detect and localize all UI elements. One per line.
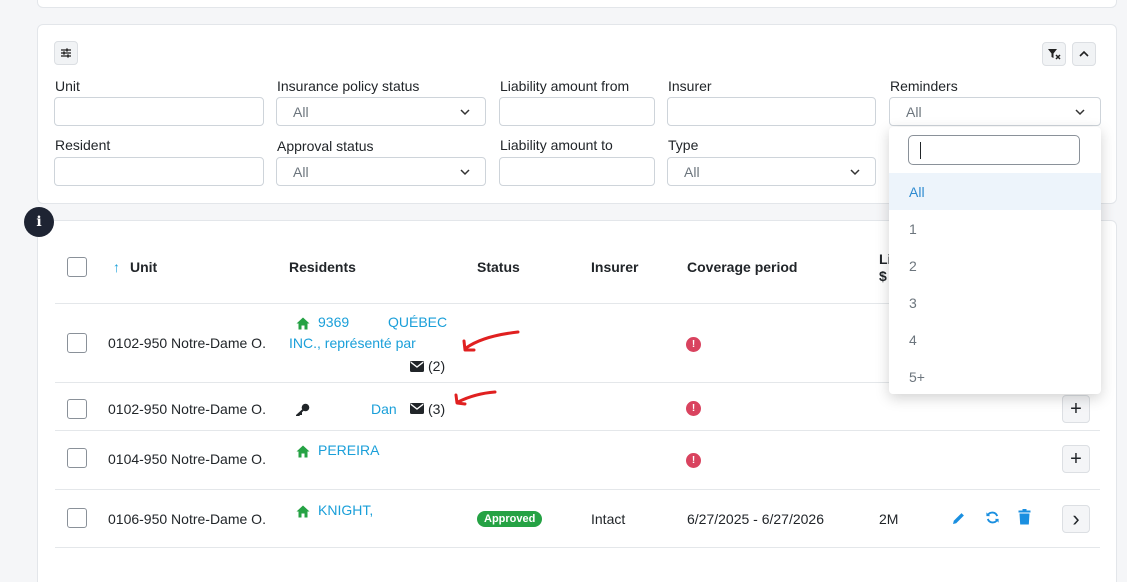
column-header-liability-unit: $	[879, 268, 887, 284]
dropdown-search-input[interactable]	[908, 135, 1080, 165]
home-icon	[296, 505, 310, 518]
top-card	[37, 0, 1117, 8]
warning-icon: !	[686, 453, 701, 468]
dropdown-option-5-plus[interactable]: 5+	[889, 358, 1101, 395]
refresh-icon[interactable]	[985, 510, 1000, 525]
liability-cell: 2M	[879, 511, 899, 527]
insurance-status-select[interactable]: All	[276, 97, 486, 126]
approval-status-label: Approval status	[277, 138, 374, 154]
mail-icon[interactable]	[410, 361, 424, 372]
unit-cell: 0104-950 Notre-Dame O.	[108, 451, 266, 467]
resident-link[interactable]: PEREIRA	[318, 442, 379, 458]
warning-icon: !	[686, 401, 701, 416]
chevron-down-icon	[1075, 109, 1085, 116]
resident-link[interactable]: QUÉBEC	[388, 314, 447, 330]
insurer-cell: Intact	[591, 511, 626, 527]
approval-status-value: All	[293, 163, 309, 180]
warning-icon: !	[686, 337, 701, 352]
row-checkbox[interactable]	[67, 399, 87, 419]
dropdown-option-all[interactable]: All	[889, 173, 1101, 210]
add-policy-button[interactable]: +	[1062, 445, 1090, 473]
dropdown-option-2[interactable]: 2	[889, 247, 1101, 284]
reminders-dropdown-menu: All 1 2 3 4 5+	[889, 127, 1101, 394]
key-icon	[296, 403, 310, 416]
chevron-down-icon	[460, 169, 470, 176]
type-select[interactable]: All	[667, 157, 876, 186]
coverage-cell: 6/27/2025 - 6/27/2026	[687, 511, 825, 527]
resident-link[interactable]: KNIGHT,	[318, 502, 373, 518]
row-divider	[55, 489, 1100, 490]
column-header-coverage[interactable]: Coverage period	[687, 259, 797, 275]
reminder-count: (3)	[428, 401, 446, 417]
insurer-filter-input[interactable]	[667, 97, 876, 126]
unit-filter-input[interactable]	[54, 97, 264, 126]
liability-from-label: Liability amount from	[500, 78, 630, 94]
home-icon	[296, 445, 310, 458]
chevron-down-icon	[460, 109, 470, 116]
sort-ascending-icon: ↑	[113, 259, 120, 275]
reminder-count: (2)	[428, 358, 446, 374]
unit-cell: 0102-950 Notre-Dame O.	[108, 335, 266, 351]
insurance-status-label: Insurance policy status	[277, 78, 420, 94]
resident-link[interactable]: Dan	[371, 401, 397, 417]
resident-filter-label: Resident	[55, 137, 111, 153]
reminders-select[interactable]: All	[889, 97, 1101, 126]
insurance-status-value: All	[293, 103, 309, 120]
expand-row-button[interactable]: ›	[1062, 505, 1090, 533]
sliders-icon	[61, 48, 71, 58]
chevron-down-icon	[850, 169, 860, 176]
column-header-insurer[interactable]: Insurer	[591, 259, 638, 275]
dropdown-option-1[interactable]: 1	[889, 210, 1101, 247]
clear-filters-button[interactable]	[1042, 42, 1066, 66]
dropdown-option-3[interactable]: 3	[889, 284, 1101, 321]
unit-cell: 0106-950 Notre-Dame O.	[108, 511, 266, 527]
column-header-residents[interactable]: Residents	[289, 259, 356, 275]
liability-to-label: Liability amount to	[500, 137, 613, 153]
column-header-status[interactable]: Status	[477, 259, 520, 275]
column-header-unit[interactable]: Unit	[130, 259, 157, 275]
edit-pencil-icon[interactable]	[951, 511, 966, 526]
row-divider	[55, 547, 1100, 548]
insurer-filter-label: Insurer	[668, 78, 712, 94]
liability-from-input[interactable]	[499, 97, 655, 126]
resident-link[interactable]: 9369	[318, 314, 349, 330]
row-checkbox[interactable]	[67, 448, 87, 468]
filter-settings-button[interactable]	[54, 41, 78, 65]
home-icon	[296, 317, 310, 330]
info-icon[interactable]: i	[24, 207, 54, 237]
resident-filter-input[interactable]	[54, 157, 264, 186]
row-divider	[55, 430, 1100, 431]
row-checkbox[interactable]	[67, 333, 87, 353]
reminders-filter-label: Reminders	[890, 78, 958, 94]
mail-icon[interactable]	[410, 403, 424, 414]
type-value: All	[684, 163, 700, 180]
add-policy-button[interactable]: +	[1062, 395, 1090, 423]
liability-to-input[interactable]	[499, 157, 655, 186]
text-cursor	[920, 142, 921, 159]
row-checkbox[interactable]	[67, 508, 87, 528]
annotation-arrow	[454, 390, 497, 406]
type-filter-label: Type	[668, 137, 699, 153]
unit-filter-label: Unit	[55, 78, 80, 94]
status-badge: Approved	[477, 511, 543, 527]
unit-cell: 0102-950 Notre-Dame O.	[108, 401, 266, 417]
approval-status-select[interactable]: All	[276, 157, 486, 186]
filter-clear-icon	[1048, 49, 1061, 60]
select-all-checkbox[interactable]	[67, 257, 87, 277]
collapse-filters-button[interactable]	[1072, 42, 1096, 66]
chevron-up-icon	[1079, 50, 1089, 57]
dropdown-option-4[interactable]: 4	[889, 321, 1101, 358]
reminders-value: All	[906, 103, 922, 120]
resident-link[interactable]: INC., représenté par	[289, 335, 416, 351]
annotation-arrow	[462, 330, 520, 352]
trash-icon[interactable]	[1018, 509, 1031, 525]
